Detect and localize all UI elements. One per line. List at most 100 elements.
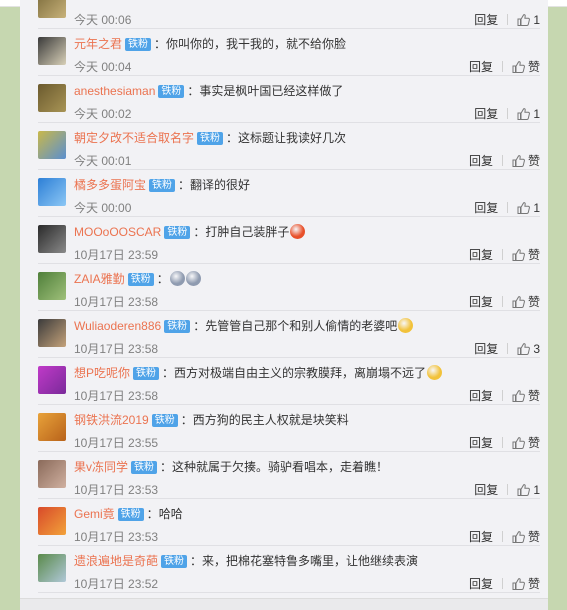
like-button[interactable]: 赞 (512, 295, 540, 309)
user-avatar[interactable] (38, 37, 66, 65)
colon-separator: ： (160, 460, 173, 474)
like-button[interactable]: 1 (517, 201, 540, 215)
comment-actions: 回复 赞 (469, 60, 540, 74)
username-link[interactable]: 橘多多蛋阿宝 (74, 178, 146, 192)
reply-button[interactable]: 回复 (469, 530, 493, 544)
like-button[interactable]: 赞 (512, 577, 540, 591)
colon-separator: ： (162, 366, 175, 380)
reply-button[interactable]: 回复 (469, 248, 493, 262)
user-avatar[interactable] (38, 178, 66, 206)
colon-separator: ： (226, 131, 239, 145)
comment-row: 今天 00:06 回复 1 (38, 0, 540, 29)
reply-button[interactable]: 回复 (469, 154, 493, 168)
comment-timestamp: 今天 00:06 (74, 13, 132, 27)
comment-actions: 回复 1 (474, 201, 540, 215)
comment-line: 朝定夕改不适合取名字 铁粉 ：这标题让我读好几次 (74, 130, 346, 146)
fan-badge[interactable]: 铁粉 (164, 226, 191, 239)
user-avatar[interactable] (38, 84, 66, 112)
reply-button[interactable]: 回复 (474, 107, 498, 121)
like-button[interactable]: 1 (517, 483, 540, 497)
comment-line: 遗浪遍地是奇葩 铁粉 ：来，把棉花塞特鲁多嘴里，让他继续表演 (74, 553, 418, 569)
colon-separator: ： (178, 178, 191, 192)
user-avatar[interactable] (38, 413, 66, 441)
like-button[interactable]: 1 (517, 13, 540, 27)
reply-button[interactable]: 回复 (474, 342, 498, 356)
action-divider (501, 249, 503, 260)
username-link[interactable]: anesthesiaman (74, 84, 155, 98)
comment-actions: 回复 1 (474, 13, 540, 27)
colon-separator: ： (180, 413, 193, 427)
like-button[interactable]: 赞 (512, 248, 540, 262)
action-divider (507, 343, 509, 354)
username-link[interactable]: 想P吃呢你 (74, 366, 130, 380)
fan-badge[interactable]: 铁粉 (127, 273, 154, 286)
user-avatar[interactable] (38, 554, 66, 582)
comment-actions: 回复 赞 (469, 248, 540, 262)
fan-badge[interactable]: 铁粉 (133, 367, 160, 380)
emoji-icon (290, 224, 306, 239)
fan-badge[interactable]: 铁粉 (197, 132, 224, 145)
comment-text: 这种就属于欠揍。骑驴看唱本，走着瞧！ (172, 460, 389, 474)
like-button[interactable]: 赞 (512, 436, 540, 450)
reply-button[interactable]: 回复 (469, 577, 493, 591)
user-avatar[interactable] (38, 366, 66, 394)
like-count: 赞 (527, 154, 540, 168)
like-count: 1 (533, 107, 540, 121)
comment-line: 果v冻同学 铁粉 ：这种就属于欠揍。骑驴看唱本，走着瞧！ (74, 459, 388, 475)
fan-badge[interactable]: 铁粉 (161, 555, 188, 568)
username-link[interactable]: Wuliaoderen886 (74, 319, 161, 333)
reply-button[interactable]: 回复 (469, 389, 493, 403)
username-link[interactable]: 朝定夕改不适合取名字 (74, 131, 194, 145)
username-link[interactable]: 果v冻同学 (74, 460, 128, 474)
fan-badge[interactable]: 铁粉 (117, 508, 144, 521)
user-avatar[interactable] (38, 0, 66, 18)
reply-button[interactable]: 回复 (474, 201, 498, 215)
reply-button[interactable]: 回复 (474, 483, 498, 497)
username-link[interactable]: 遗浪遍地是奇葩 (74, 554, 158, 568)
thumbs-up-icon (512, 530, 528, 544)
like-button[interactable]: 赞 (512, 60, 540, 74)
action-divider (507, 14, 509, 25)
action-divider (501, 155, 503, 166)
user-avatar[interactable] (38, 131, 66, 159)
action-divider (501, 437, 503, 448)
emoji-icon (169, 271, 185, 286)
reply-button[interactable]: 回复 (469, 60, 493, 74)
like-button[interactable]: 3 (517, 342, 540, 356)
user-avatar[interactable] (38, 272, 66, 300)
comment-row: 元年之君 铁粉 ：你叫你的，我干我的，就不给你脸 今天 00:04 回复 赞 (38, 29, 540, 76)
comment-row: anesthesiaman 铁粉 ：事实是枫叶国已经这样做了 今天 00:02 回复 1 (38, 76, 540, 123)
fan-badge[interactable]: 铁粉 (151, 414, 178, 427)
username-link[interactable]: MOOoOOSCAR (74, 225, 161, 239)
fan-badge[interactable]: 铁粉 (125, 38, 152, 51)
comment-line: Gemi竟 铁粉 ：哈哈 (74, 506, 183, 522)
fan-badge[interactable]: 铁粉 (158, 85, 185, 98)
like-button[interactable]: 赞 (512, 389, 540, 403)
fan-badge[interactable]: 铁粉 (164, 320, 191, 333)
like-button[interactable]: 赞 (512, 530, 540, 544)
fan-badge[interactable]: 铁粉 (131, 461, 158, 474)
thumbs-up-icon (512, 154, 528, 168)
emoji-icon (185, 271, 201, 286)
like-button[interactable]: 1 (517, 107, 540, 121)
user-avatar[interactable] (38, 319, 66, 347)
username-link[interactable]: 钢铁洪流2019 (74, 413, 149, 427)
colon-separator: ： (190, 554, 203, 568)
like-button[interactable]: 赞 (512, 154, 540, 168)
username-link[interactable]: ZAIA雅勤 (74, 272, 125, 286)
comment-panel: 今天 00:06 回复 1 元年之君 铁粉 ：你叫你的，我干我的，就不给你脸 今天 00:0… (20, 0, 548, 609)
reply-button[interactable]: 回复 (474, 13, 498, 27)
fan-badge[interactable]: 铁粉 (149, 179, 176, 192)
user-avatar[interactable] (38, 225, 66, 253)
reply-button[interactable]: 回复 (469, 436, 493, 450)
colon-separator: ： (187, 84, 200, 98)
reply-button[interactable]: 回复 (469, 295, 493, 309)
user-avatar[interactable] (38, 460, 66, 488)
like-count: 1 (533, 13, 540, 27)
comment-actions: 回复 1 (474, 107, 540, 121)
like-count: 赞 (527, 295, 540, 309)
username-link[interactable]: Gemi竟 (74, 507, 115, 521)
user-avatar[interactable] (38, 507, 66, 535)
username-link[interactable]: 元年之君 (74, 37, 122, 51)
comment-text: 西方狗的民主人权就是块笑料 (192, 413, 349, 427)
